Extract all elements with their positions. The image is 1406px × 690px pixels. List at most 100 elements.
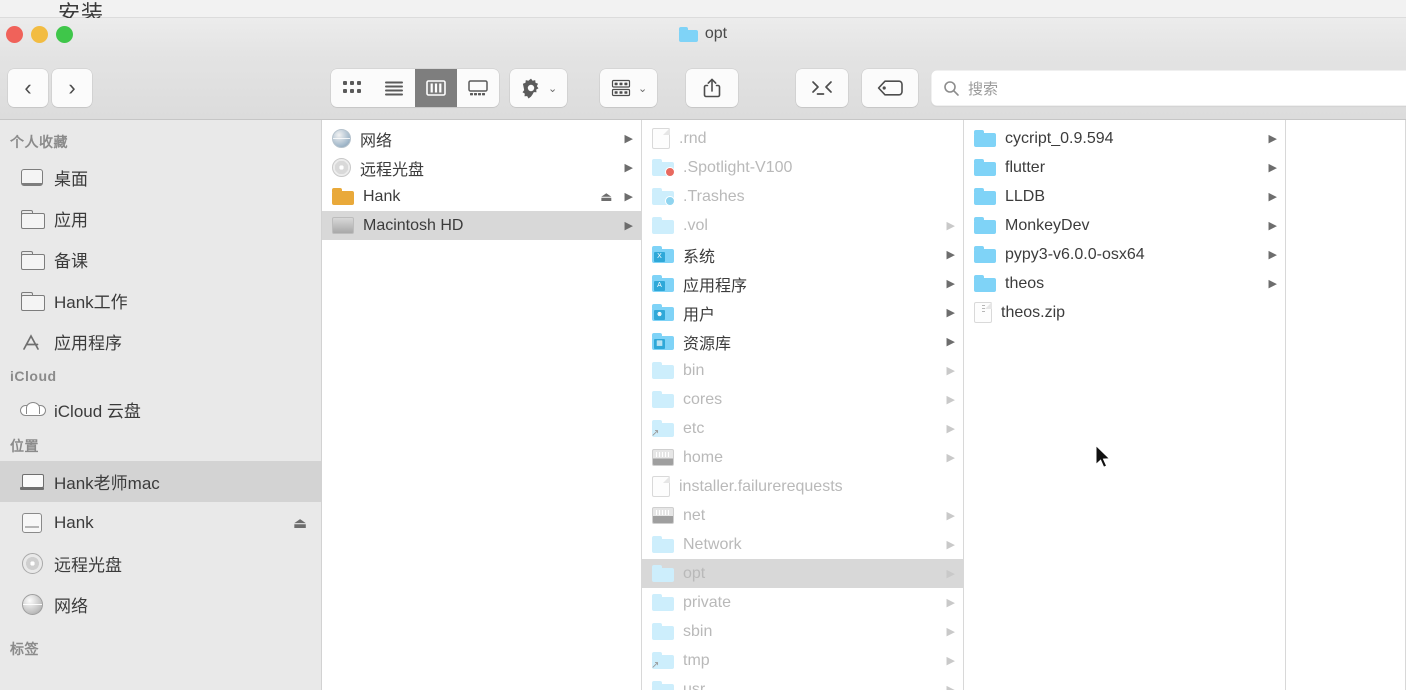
disclosure-arrow-icon[interactable]: ▶ — [947, 219, 955, 232]
disclosure-arrow-icon[interactable]: ▶ — [947, 683, 955, 690]
list-item[interactable]: pypy3-v6.0.0-osx64 ▶ — [964, 240, 1285, 269]
list-item[interactable]: home ▶ — [642, 443, 963, 472]
sidebar-item-label: 桌面 — [54, 170, 88, 189]
disclosure-arrow-icon[interactable]: ▶ — [1269, 248, 1277, 261]
sidebar-item-label: 远程光盘 — [54, 556, 122, 575]
item-label: 用户 — [683, 306, 716, 324]
list-item[interactable]: ▦ 资源库 ▶ — [642, 327, 963, 356]
chevron-down-icon: ⌄ — [548, 82, 558, 95]
list-item[interactable]: theos.zip — [964, 298, 1285, 327]
item-label: net — [683, 506, 706, 524]
list-item[interactable]: usr ▶ — [642, 675, 963, 690]
chevron-left-icon: ‹ — [24, 75, 32, 100]
action-menu-button[interactable]: ⌄ — [510, 69, 568, 107]
item-label: .rnd — [679, 129, 707, 147]
list-item[interactable]: bin ▶ — [642, 356, 963, 385]
search-field[interactable]: 搜索 — [931, 70, 1406, 106]
list-item[interactable]: ↗ etc ▶ — [642, 414, 963, 443]
finder-window-screenshot: 安装 opt ‹ › ⌄ ⌄ 搜索 个人收藏 桌面 应用 备课 Hank工作 应… — [0, 0, 1406, 690]
disclosure-arrow-icon[interactable]: ▶ — [947, 538, 955, 551]
list-item[interactable]: Hank ⏏ ▶ — [322, 182, 641, 211]
list-item[interactable]: LLDB ▶ — [964, 182, 1285, 211]
list-item[interactable]: X 系统 ▶ — [642, 240, 963, 269]
list-item[interactable]: ☻ 用户 ▶ — [642, 298, 963, 327]
forward-button[interactable]: › — [52, 69, 92, 107]
column-opt-contents: cycript_0.9.594 ▶ flutter ▶ LLDB ▶ Monke… — [964, 120, 1286, 690]
list-item[interactable]: A 应用程序 ▶ — [642, 269, 963, 298]
disclosure-arrow-icon[interactable]: ▶ — [625, 219, 633, 232]
disclosure-arrow-icon[interactable]: ▶ — [947, 422, 955, 435]
library-folder-icon: ▦ — [652, 333, 674, 350]
list-item[interactable]: private ▶ — [642, 588, 963, 617]
sidebar-item-label: Hank — [54, 512, 94, 532]
sidebar-item-hank-mac[interactable]: Hank老师mac — [0, 461, 321, 502]
gallery-view-button[interactable] — [457, 69, 499, 107]
sidebar-item-hank-work[interactable]: Hank工作 — [0, 280, 321, 321]
list-item[interactable]: Network ▶ — [642, 530, 963, 559]
sidebar-item-desktop[interactable]: 桌面 — [0, 157, 321, 198]
disclosure-arrow-icon[interactable]: ▶ — [947, 625, 955, 638]
list-item[interactable]: sbin ▶ — [642, 617, 963, 646]
disclosure-arrow-icon[interactable]: ▶ — [947, 393, 955, 406]
list-item[interactable]: theos ▶ — [964, 269, 1285, 298]
disclosure-arrow-icon[interactable]: ▶ — [947, 277, 955, 290]
sidebar-item-applications[interactable]: 应用程序 — [0, 321, 321, 362]
list-item[interactable]: .Spotlight-V100 — [642, 153, 963, 182]
item-label: etc — [683, 419, 705, 437]
list-item[interactable]: installer.failurerequests — [642, 472, 963, 501]
terminal-button[interactable] — [796, 69, 848, 107]
disclosure-arrow-icon[interactable]: ▶ — [1269, 277, 1277, 290]
list-item[interactable]: net ▶ — [642, 501, 963, 530]
back-button[interactable]: ‹ — [8, 69, 48, 107]
list-item[interactable]: cores ▶ — [642, 385, 963, 414]
sidebar-item-label: 网络 — [54, 597, 88, 616]
disclosure-arrow-icon[interactable]: ▶ — [947, 306, 955, 319]
share-button[interactable] — [686, 69, 738, 107]
icon-view-button[interactable] — [331, 69, 373, 107]
list-item[interactable]: flutter ▶ — [964, 153, 1285, 182]
list-item[interactable]: .vol ▶ — [642, 211, 963, 240]
disclosure-arrow-icon[interactable]: ▶ — [947, 364, 955, 377]
tag-button[interactable] — [862, 69, 918, 107]
eject-icon[interactable]: ⏏ — [293, 514, 307, 532]
users-folder-icon: ☻ — [652, 304, 674, 321]
toolbar: ‹ › ⌄ ⌄ 搜索 — [0, 58, 1406, 120]
disclosure-arrow-icon[interactable]: ▶ — [947, 654, 955, 667]
sidebar-item-hank-disk[interactable]: Hank ⏏ — [0, 502, 321, 543]
disclosure-arrow-icon[interactable]: ▶ — [947, 335, 955, 348]
folder-icon — [652, 391, 674, 408]
group-by-menu-button[interactable]: ⌄ — [600, 69, 658, 107]
disclosure-arrow-icon[interactable]: ▶ — [947, 596, 955, 609]
list-item[interactable]: .Trashes — [642, 182, 963, 211]
sidebar-item-network[interactable]: 网络 — [0, 584, 321, 625]
disclosure-arrow-icon[interactable]: ▶ — [625, 132, 633, 145]
eject-icon[interactable]: ⏏ — [600, 189, 612, 205]
disclosure-arrow-icon[interactable]: ▶ — [947, 509, 955, 522]
sidebar-item-remote-disc[interactable]: 远程光盘 — [0, 543, 321, 584]
disclosure-arrow-icon[interactable]: ▶ — [1269, 190, 1277, 203]
appstore-icon — [20, 332, 44, 352]
disclosure-arrow-icon[interactable]: ▶ — [1269, 219, 1277, 232]
list-item[interactable]: 远程光盘 ▶ — [322, 153, 641, 182]
list-view-button[interactable] — [373, 69, 415, 107]
column-devices: 网络 ▶ 远程光盘 ▶ Hank ⏏ ▶ Macintosh HD ▶ — [322, 120, 642, 690]
disclosure-arrow-icon[interactable]: ▶ — [947, 451, 955, 464]
disclosure-arrow-icon[interactable]: ▶ — [1269, 132, 1277, 145]
list-item[interactable]: .rnd — [642, 124, 963, 153]
list-item[interactable]: Macintosh HD ▶ — [322, 211, 641, 240]
disclosure-arrow-icon[interactable]: ▶ — [625, 190, 633, 203]
list-item[interactable]: MonkeyDev ▶ — [964, 211, 1285, 240]
item-label: flutter — [1005, 158, 1046, 176]
disclosure-arrow-icon[interactable]: ▶ — [947, 567, 955, 580]
sidebar-item-icloud-drive[interactable]: iCloud 云盘 — [0, 389, 321, 430]
list-item[interactable]: opt ▶ — [642, 559, 963, 588]
list-item[interactable]: 网络 ▶ — [322, 124, 641, 153]
disclosure-arrow-icon[interactable]: ▶ — [947, 248, 955, 261]
list-item[interactable]: ↗ tmp ▶ — [642, 646, 963, 675]
disclosure-arrow-icon[interactable]: ▶ — [625, 161, 633, 174]
sidebar-item-beike[interactable]: 备课 — [0, 239, 321, 280]
disclosure-arrow-icon[interactable]: ▶ — [1269, 161, 1277, 174]
list-item[interactable]: cycript_0.9.594 ▶ — [964, 124, 1285, 153]
column-view-button[interactable] — [415, 69, 457, 107]
sidebar-item-apps[interactable]: 应用 — [0, 198, 321, 239]
